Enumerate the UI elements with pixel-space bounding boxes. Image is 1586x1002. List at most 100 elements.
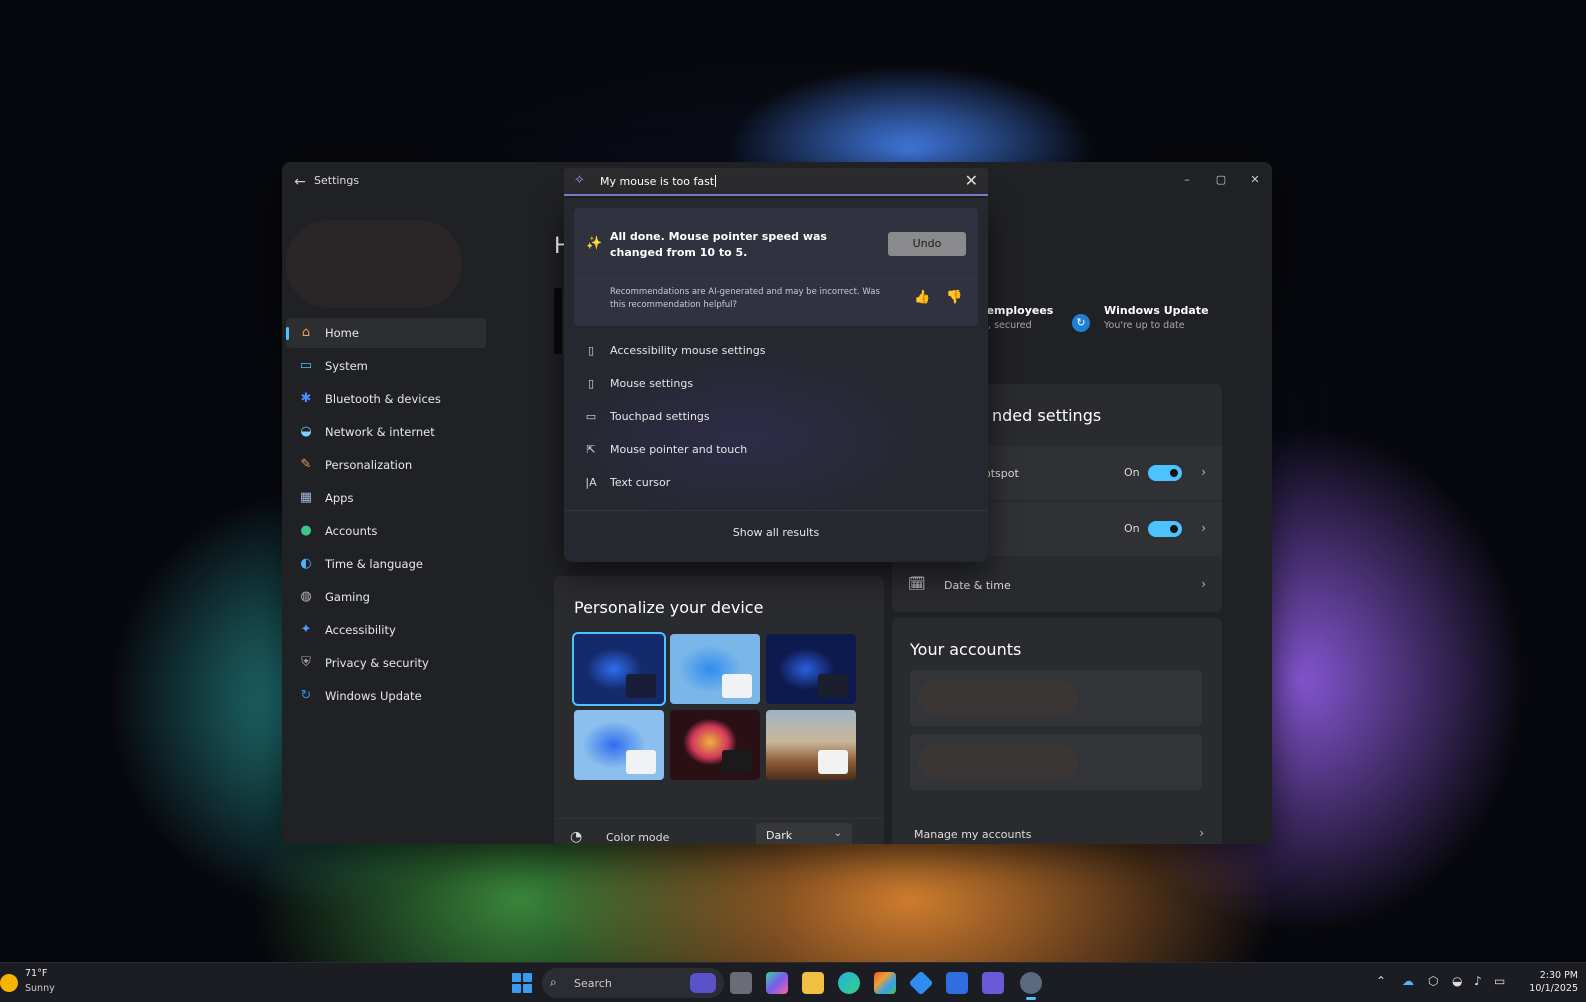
search-result-text-cursor[interactable]: |A Text cursor <box>574 466 978 499</box>
calendar-clock-icon: 🗓 <box>908 576 926 592</box>
weather-temperature[interactable]: 71°F <box>25 968 47 979</box>
close-window-button[interactable]: ✕ <box>1238 162 1272 198</box>
theme-thumbnail[interactable] <box>766 710 856 780</box>
org-status-chip[interactable]: -employees d, secured <box>982 304 1053 331</box>
search-input[interactable]: My mouse is too fast <box>600 175 716 188</box>
color-mode-select[interactable]: Dark ⌄ <box>756 823 852 844</box>
toggle-state: On <box>1124 522 1140 535</box>
onedrive-icon[interactable]: ☁ <box>1402 974 1414 988</box>
sidebar-item-label: Gaming <box>325 590 370 604</box>
theme-thumbnail[interactable] <box>670 634 760 704</box>
teams-icon[interactable] <box>982 972 1004 994</box>
window-controls: – ▢ ✕ <box>1170 162 1272 198</box>
sidebar-item-accessibility[interactable]: ✦ Accessibility <box>286 615 486 645</box>
sidebar-item-windows-update[interactable]: ↻ Windows Update <box>286 681 486 711</box>
weather-condition[interactable]: Sunny <box>25 983 55 994</box>
sparkle-icon: ✨ <box>586 236 603 251</box>
store-icon[interactable] <box>874 972 896 994</box>
search-result-label: Mouse settings <box>610 377 694 390</box>
windows-update-status-icon: ↻ <box>1072 314 1090 332</box>
sidebar-item-label: Personalization <box>325 458 413 472</box>
show-all-results-link[interactable]: Show all results <box>564 526 988 539</box>
chevron-up-icon[interactable]: ⌃ <box>1376 974 1386 988</box>
chevron-right-icon: › <box>1199 826 1204 840</box>
mouse-icon: ▯ <box>587 344 595 357</box>
minimize-button[interactable]: – <box>1170 162 1204 198</box>
org-status-title: -employees <box>982 304 1054 317</box>
toggle-state: On <box>1124 466 1140 479</box>
date-time-row[interactable]: 🗓 Date & time › <box>892 558 1222 612</box>
back-arrow-icon[interactable]: ← <box>290 172 310 192</box>
theme-thumbnail[interactable] <box>572 632 666 706</box>
taskbar-search[interactable]: ⌕ Search <box>542 968 724 998</box>
security-icon[interactable]: ⬡ <box>1428 974 1438 988</box>
sidebar-item-system[interactable]: ▭ System <box>286 351 486 381</box>
clear-search-button[interactable]: ✕ <box>965 171 978 190</box>
search-result-touchpad[interactable]: ▭ Touchpad settings <box>574 400 978 433</box>
edge-browser-icon[interactable] <box>838 972 860 994</box>
ai-action-panel: ✨ All done. Mouse pointer speed was chan… <box>574 208 978 326</box>
sidebar-item-accounts[interactable]: ● Accounts <box>286 516 486 546</box>
file-explorer-icon[interactable] <box>802 972 824 994</box>
sidebar-item-gaming[interactable]: ◍ Gaming <box>286 582 486 612</box>
hotspot-toggle[interactable] <box>1148 465 1182 481</box>
thumbs-down-icon[interactable]: 👎 <box>946 290 962 305</box>
theme-thumbnail[interactable] <box>670 710 760 780</box>
copilot-app-icon[interactable] <box>766 972 788 994</box>
wifi-icon[interactable]: ◒ <box>1452 974 1462 988</box>
bluetooth-icon: ✱ <box>300 391 312 406</box>
theme-thumbnails <box>572 632 860 780</box>
search-result-pointer-touch[interactable]: ⇱ Mouse pointer and touch <box>574 433 978 466</box>
maximize-button[interactable]: ▢ <box>1204 162 1238 198</box>
search-result-label: Touchpad settings <box>610 410 710 423</box>
theme-thumbnail[interactable] <box>574 710 664 780</box>
sidebar-item-personalization[interactable]: ✎ Personalization <box>286 450 486 480</box>
settings-app-icon[interactable] <box>1020 972 1042 1000</box>
ai-action-message: All done. Mouse pointer speed was change… <box>610 230 827 259</box>
volume-icon[interactable]: ♪ <box>1474 974 1482 988</box>
home-icon: ⌂ <box>301 325 311 340</box>
taskbar-clock[interactable]: 2:30 PM 10/1/2025 <box>1498 969 1578 995</box>
divider <box>564 510 988 511</box>
outlook-icon[interactable] <box>946 972 968 994</box>
search-result-accessibility-mouse[interactable]: ▯ Accessibility mouse settings <box>574 334 978 367</box>
palette-icon: ◔ <box>570 829 583 844</box>
windows-update-title: Windows Update <box>1104 304 1209 317</box>
sun-icon[interactable] <box>0 974 18 992</box>
manage-accounts-link[interactable]: Manage my accounts <box>914 828 1031 841</box>
sidebar-item-label: Apps <box>325 491 354 505</box>
sidebar-item-network[interactable]: ◒ Network & internet <box>286 417 486 447</box>
sidebar-item-label: Windows Update <box>325 689 422 703</box>
account-entry[interactable] <box>910 670 1202 726</box>
setting-toggle[interactable] <box>1148 521 1182 537</box>
sidebar-item-label: Network & internet <box>325 425 435 439</box>
task-view-icon[interactable] <box>730 972 752 994</box>
undo-button[interactable]: Undo <box>888 232 966 256</box>
settings-window: ← Settings – ▢ ✕ ⌂ Home ▭ System ✱ Bluet… <box>282 162 1272 844</box>
search-icon: ⌕ <box>550 975 557 989</box>
sidebar-item-label: Accounts <box>325 524 378 538</box>
chevron-right-icon: › <box>1201 465 1206 479</box>
search-result-mouse-settings[interactable]: ▯ Mouse settings <box>574 367 978 400</box>
search-highlight-icon <box>690 973 716 993</box>
search-results-dropdown: ✨ All done. Mouse pointer speed was chan… <box>564 198 988 562</box>
sidebar-item-bluetooth[interactable]: ✱ Bluetooth & devices <box>286 384 486 414</box>
user-profile-card[interactable] <box>286 220 462 308</box>
windows-update-chip[interactable]: Windows Update You're up to date <box>1104 304 1209 331</box>
sidebar-nav: ⌂ Home ▭ System ✱ Bluetooth & devices ◒ … <box>286 318 486 714</box>
sidebar-item-home[interactable]: ⌂ Home <box>286 318 486 348</box>
app-icon[interactable] <box>908 970 934 996</box>
search-results-list: ▯ Accessibility mouse settings ▯ Mouse s… <box>574 334 978 499</box>
sidebar-item-label: Privacy & security <box>325 656 429 670</box>
sidebar-item-time-language[interactable]: ◐ Time & language <box>286 549 486 579</box>
thumbs-up-icon[interactable]: 👍 <box>914 290 930 305</box>
account-entry[interactable] <box>910 734 1202 790</box>
settings-search-box[interactable]: ✧ My mouse is too fast ✕ <box>564 168 988 196</box>
theme-thumbnail[interactable] <box>766 634 856 704</box>
sidebar-item-apps[interactable]: ▦ Apps <box>286 483 486 513</box>
sidebar-item-privacy[interactable]: ⛨ Privacy & security <box>286 648 486 678</box>
wifi-icon: ◒ <box>300 424 312 439</box>
start-button[interactable] <box>512 973 532 993</box>
app-title: Settings <box>314 174 360 187</box>
hotspot-label: otspot <box>984 467 1019 480</box>
